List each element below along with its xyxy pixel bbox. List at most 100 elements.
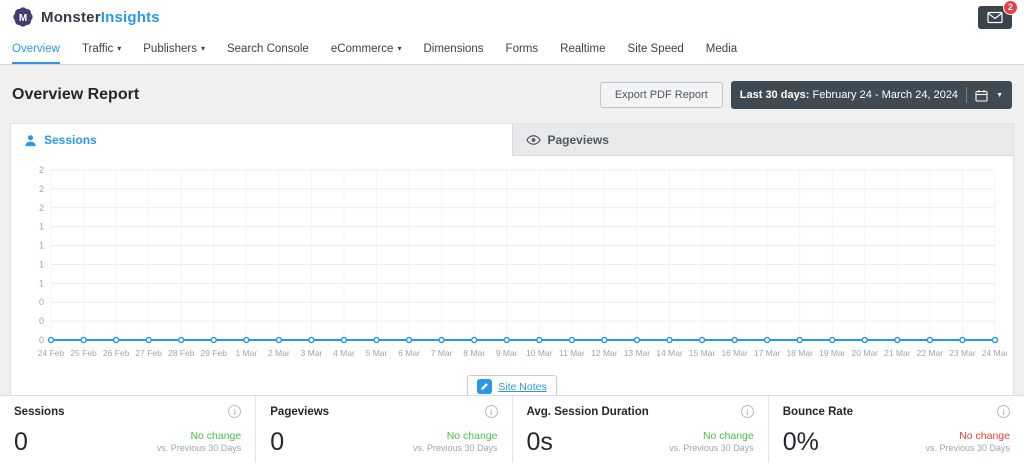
stat-title: Bounce Rate bbox=[783, 406, 853, 418]
tab-pageviews[interactable]: Pageviews bbox=[512, 124, 1014, 156]
nav-item-label: eCommerce bbox=[331, 43, 394, 55]
svg-text:2: 2 bbox=[39, 203, 44, 213]
stat-comparison-label: vs. Previous 30 Days bbox=[413, 443, 498, 455]
svg-text:23 Mar: 23 Mar bbox=[949, 348, 976, 358]
svg-text:11 Mar: 11 Mar bbox=[559, 348, 585, 358]
stat-change: No change bbox=[669, 430, 754, 444]
calendar-icon bbox=[975, 89, 988, 102]
svg-text:26 Feb: 26 Feb bbox=[103, 348, 130, 358]
brand: M MonsterInsights bbox=[12, 6, 160, 28]
nav-item-search-console[interactable]: Search Console bbox=[227, 34, 309, 64]
svg-text:24 Mar: 24 Mar bbox=[982, 348, 1007, 358]
monsterinsights-logo-icon: M bbox=[12, 6, 34, 28]
svg-text:7 Mar: 7 Mar bbox=[431, 348, 453, 358]
svg-text:13 Mar: 13 Mar bbox=[624, 348, 651, 358]
notifications-inbox-button[interactable]: 2 bbox=[978, 6, 1012, 29]
stat-value: 0 bbox=[14, 430, 28, 455]
nav-item-site-speed[interactable]: Site Speed bbox=[628, 34, 684, 64]
export-pdf-button[interactable]: Export PDF Report bbox=[600, 82, 723, 108]
stat-title: Pageviews bbox=[270, 406, 329, 418]
chart-area: 222111100024 Feb25 Feb26 Feb27 Feb28 Feb… bbox=[11, 156, 1013, 369]
nav-item-realtime[interactable]: Realtime bbox=[560, 34, 605, 64]
nav-item-label: Search Console bbox=[227, 43, 309, 55]
svg-text:14 Mar: 14 Mar bbox=[656, 348, 683, 358]
chevron-down-icon: ▾ bbox=[397, 45, 401, 53]
info-icon[interactable]: i bbox=[485, 405, 498, 418]
site-notes-link[interactable]: Site Notes bbox=[498, 381, 546, 393]
svg-text:21 Mar: 21 Mar bbox=[884, 348, 911, 358]
svg-text:1: 1 bbox=[39, 278, 44, 288]
stat-title: Sessions bbox=[14, 406, 65, 418]
svg-text:16 Mar: 16 Mar bbox=[721, 348, 748, 358]
svg-text:2: 2 bbox=[39, 184, 44, 194]
stat-change: No change bbox=[157, 430, 242, 444]
main-nav: Overview Traffic ▾ Publishers ▾ Search C… bbox=[0, 34, 1024, 65]
svg-text:1: 1 bbox=[39, 259, 44, 269]
info-icon[interactable]: i bbox=[741, 405, 754, 418]
svg-text:20 Mar: 20 Mar bbox=[852, 348, 879, 358]
stat-comparison-label: vs. Previous 30 Days bbox=[157, 443, 242, 455]
svg-text:29 Feb: 29 Feb bbox=[201, 348, 228, 358]
nav-item-dimensions[interactable]: Dimensions bbox=[423, 34, 483, 64]
svg-text:3 Mar: 3 Mar bbox=[301, 348, 323, 358]
svg-text:15 Mar: 15 Mar bbox=[689, 348, 716, 358]
svg-text:0: 0 bbox=[39, 297, 44, 307]
stat-title: Avg. Session Duration bbox=[527, 406, 649, 418]
date-range-button[interactable]: Last 30 days: February 24 - March 24, 20… bbox=[731, 81, 1012, 109]
stat-change: No change bbox=[925, 430, 1010, 444]
stat-card-sessions: Sessions i 0 No change vs. Previous 30 D… bbox=[0, 396, 255, 463]
tab-sessions[interactable]: Sessions bbox=[11, 124, 512, 156]
nav-item-media[interactable]: Media bbox=[706, 34, 737, 64]
svg-text:9 Mar: 9 Mar bbox=[496, 348, 518, 358]
page-title: Overview Report bbox=[12, 86, 139, 104]
stat-value: 0% bbox=[783, 430, 819, 455]
nav-item-traffic[interactable]: Traffic ▾ bbox=[82, 34, 121, 64]
svg-text:17 Mar: 17 Mar bbox=[754, 348, 781, 358]
svg-text:0: 0 bbox=[39, 316, 44, 326]
sessions-line-chart: 222111100024 Feb25 Feb26 Feb27 Feb28 Feb… bbox=[17, 164, 1007, 364]
chevron-down-icon: ▾ bbox=[117, 45, 121, 53]
nav-item-label: Overview bbox=[12, 43, 60, 55]
notification-count-badge: 2 bbox=[1003, 0, 1018, 15]
info-icon[interactable]: i bbox=[997, 405, 1010, 418]
svg-text:M: M bbox=[19, 13, 27, 24]
svg-text:1 Mar: 1 Mar bbox=[235, 348, 257, 358]
svg-text:2: 2 bbox=[39, 165, 44, 175]
nav-item-label: Dimensions bbox=[423, 43, 483, 55]
summary-stats-bar: Sessions i 0 No change vs. Previous 30 D… bbox=[0, 395, 1024, 463]
stat-value: 0s bbox=[527, 430, 553, 455]
overview-chart-panel: Sessions Pageviews 222111100024 Feb25 Fe… bbox=[10, 123, 1014, 411]
chevron-down-icon: ▼ bbox=[996, 92, 1003, 99]
nav-item-forms[interactable]: Forms bbox=[506, 34, 539, 64]
nav-item-label: Publishers bbox=[143, 43, 197, 55]
tab-label: Sessions bbox=[44, 133, 97, 147]
stat-comparison-label: vs. Previous 30 Days bbox=[669, 443, 754, 455]
stat-card-bounce-rate: Bounce Rate i 0% No change vs. Previous … bbox=[768, 396, 1024, 463]
stat-card-avg-session-duration: Avg. Session Duration i 0s No change vs.… bbox=[512, 396, 768, 463]
chart-tabs: Sessions Pageviews bbox=[11, 124, 1013, 156]
brand-name: MonsterInsights bbox=[41, 9, 160, 26]
svg-text:28 Feb: 28 Feb bbox=[168, 348, 195, 358]
svg-text:5 Mar: 5 Mar bbox=[366, 348, 388, 358]
report-header: Overview Report Export PDF Report Last 3… bbox=[12, 81, 1012, 109]
svg-text:24 Feb: 24 Feb bbox=[38, 348, 65, 358]
nav-item-overview[interactable]: Overview bbox=[12, 34, 60, 64]
stat-change: No change bbox=[413, 430, 498, 444]
nav-item-ecommerce[interactable]: eCommerce ▾ bbox=[331, 34, 402, 64]
chevron-down-icon: ▾ bbox=[201, 45, 205, 53]
svg-text:19 Mar: 19 Mar bbox=[819, 348, 846, 358]
svg-text:27 Feb: 27 Feb bbox=[135, 348, 162, 358]
svg-text:2 Mar: 2 Mar bbox=[268, 348, 290, 358]
nav-item-label: Forms bbox=[506, 43, 539, 55]
svg-text:8 Mar: 8 Mar bbox=[463, 348, 485, 358]
nav-item-publishers[interactable]: Publishers ▾ bbox=[143, 34, 205, 64]
svg-text:4 Mar: 4 Mar bbox=[333, 348, 355, 358]
divider bbox=[966, 87, 967, 103]
svg-text:1: 1 bbox=[39, 241, 44, 251]
pencil-icon bbox=[477, 379, 492, 394]
report-actions: Export PDF Report Last 30 days: February… bbox=[600, 81, 1012, 109]
stat-card-pageviews: Pageviews i 0 No change vs. Previous 30 … bbox=[255, 396, 511, 463]
info-icon[interactable]: i bbox=[228, 405, 241, 418]
eye-icon bbox=[526, 135, 541, 145]
nav-item-label: Traffic bbox=[82, 43, 113, 55]
